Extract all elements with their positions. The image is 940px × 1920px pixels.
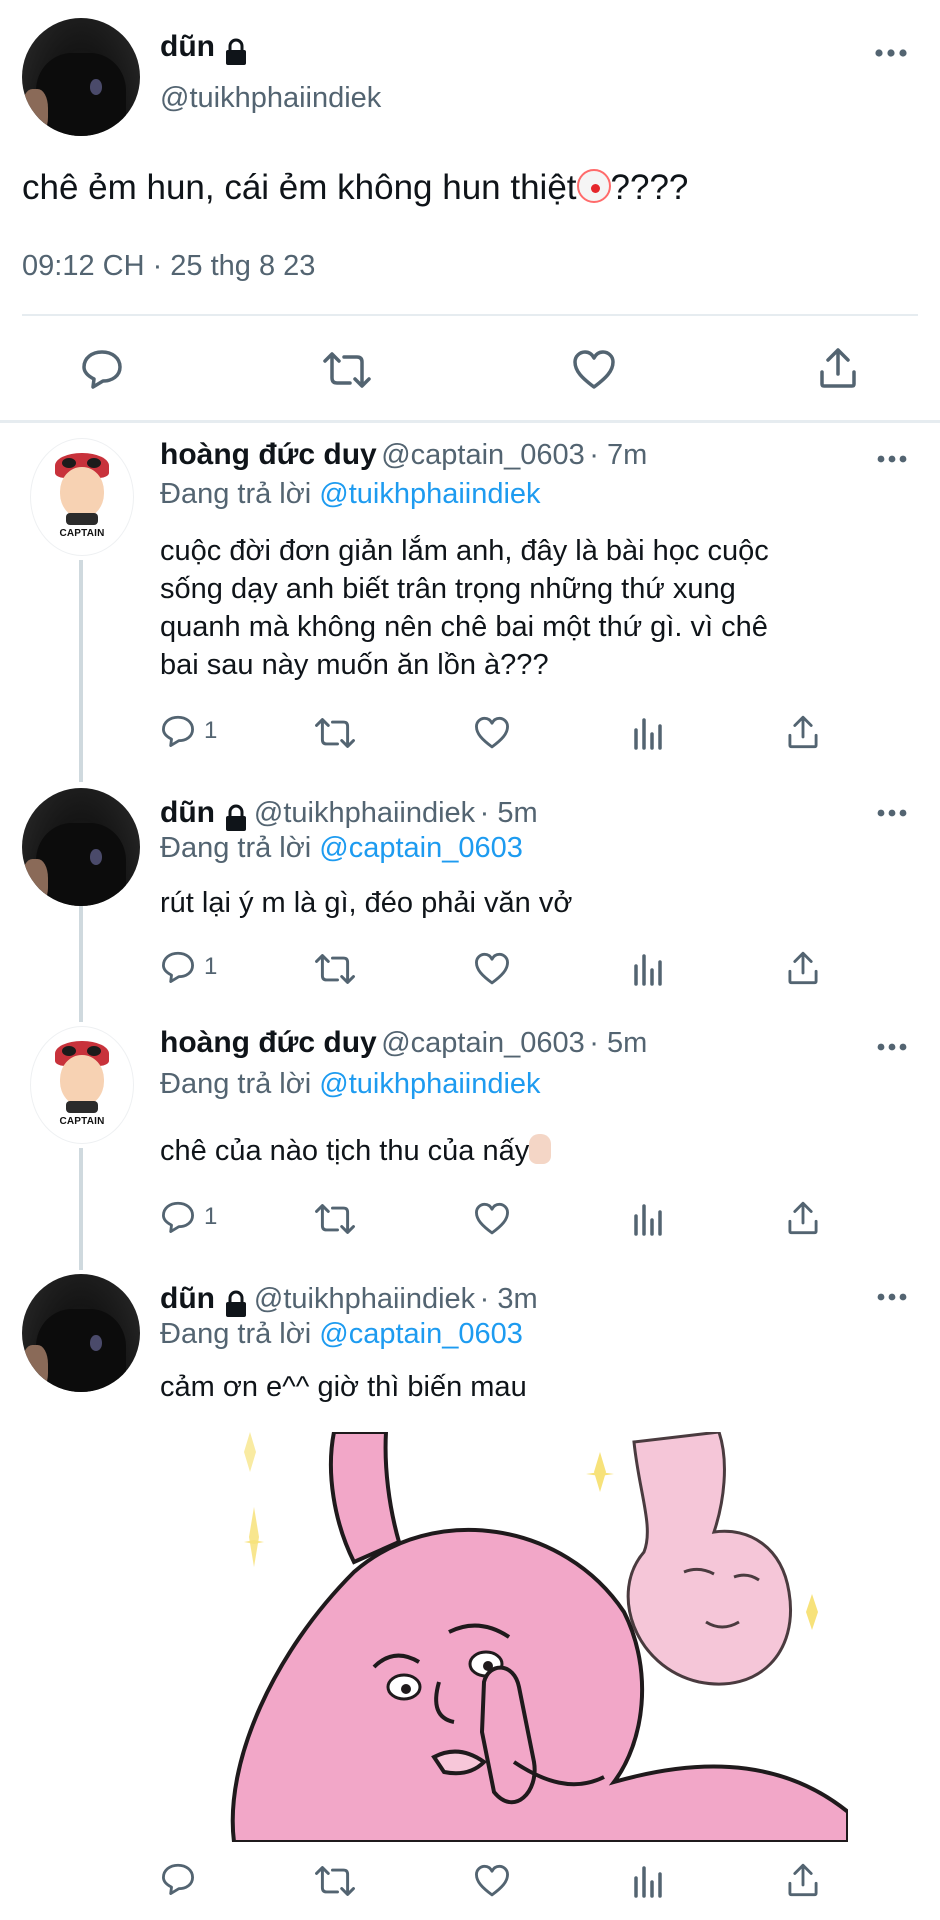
reply-icon <box>162 1201 194 1233</box>
like-icon[interactable] <box>474 716 510 750</box>
clown-emoji-icon <box>576 169 611 203</box>
reply-button[interactable]: 1 <box>160 950 217 984</box>
reply-author-handle[interactable]: @tuikhphaiindiek <box>254 797 475 829</box>
reply-avatar[interactable] <box>22 788 140 906</box>
tweet-timestamp[interactable]: 09:12 CH · 25 thg 8 23 <box>22 250 315 283</box>
reply-author-name[interactable]: dũn <box>160 796 215 829</box>
reply-avatar[interactable]: CAPTAIN <box>30 1026 134 1144</box>
reply-text: chê của nào tịch thu của nấy <box>160 1132 552 1170</box>
replying-to: Đang trả lời @captain_0603 <box>160 832 523 864</box>
reply-header: hoàng đức duy @captain_0603 · 5m <box>160 1026 647 1060</box>
lock-icon <box>226 1290 247 1317</box>
share-icon[interactable] <box>786 1200 820 1236</box>
reply-avatar[interactable]: CAPTAIN <box>30 438 134 556</box>
thread-line <box>79 906 83 1022</box>
reply-time[interactable]: · 5m <box>480 797 538 829</box>
hand-emoji-icon <box>529 1134 552 1164</box>
analytics-icon[interactable] <box>632 1202 664 1236</box>
replying-to: Đang trả lời @captain_0603 <box>160 1318 523 1350</box>
analytics-icon[interactable] <box>632 716 664 750</box>
reply-icon[interactable] <box>80 348 124 390</box>
reply-avatar[interactable] <box>22 1274 140 1392</box>
share-icon[interactable] <box>786 714 820 750</box>
reply-text: cảm ơn e^^ giờ thì biến mau <box>160 1371 527 1403</box>
reply-author-handle[interactable]: @captain_0603 <box>381 439 585 471</box>
reply-header: dũn @tuikhphaiindiek · 5m <box>160 796 538 832</box>
reply-text: cuộc đời đơn giản lắm anh, đây là bài họ… <box>160 535 769 681</box>
thread-line <box>79 1148 83 1270</box>
reply-time[interactable]: · 5m <box>589 1027 647 1059</box>
reply-button[interactable]: 1 <box>160 714 217 748</box>
attached-image[interactable] <box>214 1432 848 1842</box>
like-icon[interactable] <box>474 1202 510 1236</box>
reply-header: dũn @tuikhphaiindiek · 3m <box>160 1282 538 1318</box>
reply-author-handle[interactable]: @tuikhphaiindiek <box>254 1283 475 1315</box>
thread-line <box>79 560 83 782</box>
author-name-row: dũn <box>160 30 249 66</box>
reply-header: hoàng đức duy @captain_0603 · 7m <box>160 438 647 472</box>
more-icon[interactable] <box>876 1042 908 1052</box>
mention-link[interactable]: @captain_0603 <box>319 1318 523 1350</box>
retweet-icon[interactable] <box>314 716 356 750</box>
divider <box>0 420 940 423</box>
author-name[interactable]: dũn <box>160 30 215 63</box>
meme-illustration <box>230 1432 848 1842</box>
share-icon[interactable] <box>786 1862 820 1898</box>
reply-author-handle[interactable]: @captain_0603 <box>381 1027 585 1059</box>
replying-to: Đang trả lời @tuikhphaiindiek <box>160 478 541 510</box>
mention-link[interactable]: @captain_0603 <box>319 832 523 864</box>
author-avatar[interactable] <box>22 18 140 136</box>
more-icon[interactable] <box>876 808 908 818</box>
lock-icon <box>226 804 247 831</box>
reply-icon <box>162 715 194 747</box>
more-icon[interactable] <box>876 454 908 464</box>
share-icon[interactable] <box>786 950 820 986</box>
share-icon[interactable] <box>818 346 858 390</box>
retweet-icon[interactable] <box>322 350 372 390</box>
reply-author-name[interactable]: dũn <box>160 1282 215 1315</box>
reply-text: rút lại ý m là gì, đéo phải văn vở <box>160 887 573 919</box>
like-icon[interactable] <box>572 350 616 390</box>
lock-icon <box>226 38 247 65</box>
reply-icon <box>162 951 194 983</box>
reply-button[interactable]: 1 <box>160 1200 217 1234</box>
reply-author-name[interactable]: hoàng đức duy <box>160 438 377 471</box>
replying-to: Đang trả lời @tuikhphaiindiek <box>160 1068 541 1100</box>
like-icon[interactable] <box>474 1864 510 1898</box>
like-icon[interactable] <box>474 952 510 986</box>
tweet-text: chê ẻm hun, cái ẻm không hun thiệt???? <box>22 168 689 207</box>
retweet-icon[interactable] <box>314 1864 356 1898</box>
divider <box>22 314 918 316</box>
reply-time[interactable]: · 3m <box>480 1283 538 1315</box>
mention-link[interactable]: @tuikhphaiindiek <box>319 1068 540 1100</box>
analytics-icon[interactable] <box>632 952 664 986</box>
author-handle[interactable]: @tuikhphaiindiek <box>160 82 381 115</box>
analytics-icon[interactable] <box>632 1864 664 1898</box>
reply-author-name[interactable]: hoàng đức duy <box>160 1026 377 1059</box>
retweet-icon[interactable] <box>314 1202 356 1236</box>
reply-icon[interactable] <box>160 1862 196 1896</box>
mention-link[interactable]: @tuikhphaiindiek <box>319 478 540 510</box>
reply-time[interactable]: · 7m <box>589 439 647 471</box>
more-icon[interactable] <box>874 48 908 58</box>
more-icon[interactable] <box>876 1292 908 1302</box>
retweet-icon[interactable] <box>314 952 356 986</box>
